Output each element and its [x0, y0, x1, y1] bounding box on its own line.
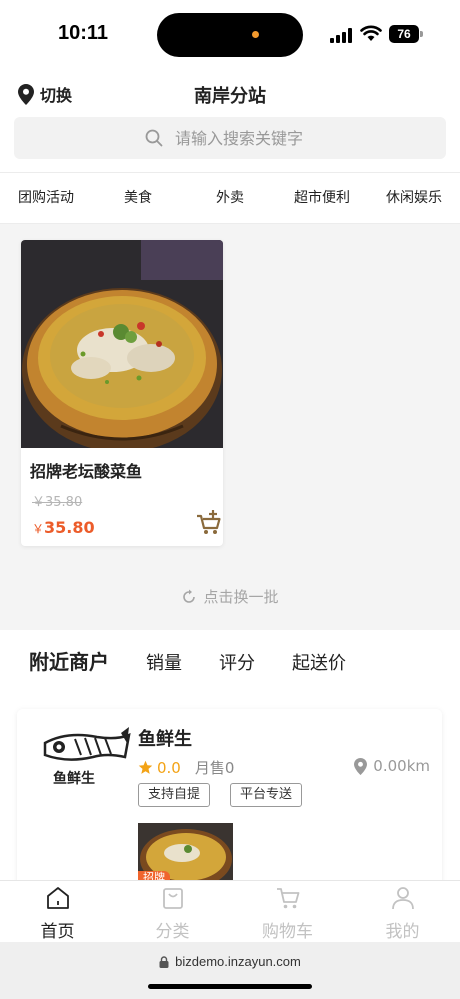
switch-location-button[interactable]: 切换: [18, 82, 72, 106]
category-group-buy[interactable]: 团购活动: [0, 173, 92, 223]
currency-symbol: ￥: [32, 522, 45, 536]
location-pin-icon: [18, 83, 34, 105]
tag-platform-delivery: 平台专送: [230, 783, 303, 807]
refresh-label: 点击换一批: [203, 588, 279, 606]
merchant-monthly-sales: 月售0: [194, 759, 235, 777]
tab-cart[interactable]: 购物车: [230, 881, 345, 942]
status-bar: 10:11 76: [0, 0, 460, 70]
product-image: [21, 240, 223, 448]
merchant-name: 鱼鲜生: [138, 729, 192, 750]
switch-label: 切换: [40, 86, 73, 105]
star-icon: [138, 760, 153, 774]
product-original-price: ￥35.80: [32, 495, 83, 510]
tab-nearby-merchants[interactable]: 附近商户: [29, 646, 109, 675]
category-food[interactable]: 美食: [92, 173, 184, 223]
category-bar: 团购活动 美食 外卖 超市便利 休闲娱乐: [0, 172, 460, 224]
merchant-meta: 0.0 月售0: [138, 757, 234, 778]
wifi-icon: [360, 25, 382, 41]
url-row: bizdemo.inzayun.com: [0, 954, 460, 969]
search-input[interactable]: [175, 128, 315, 148]
tab-category-label: 分类: [155, 922, 190, 942]
search-bar[interactable]: [14, 117, 446, 159]
tab-category[interactable]: 分类: [115, 881, 230, 942]
merchant-distance: 0.00km: [354, 757, 430, 775]
add-to-cart-icon[interactable]: [195, 508, 223, 536]
product-price-value: 35.80: [44, 518, 95, 537]
tab-sales[interactable]: 销量: [146, 649, 182, 675]
refresh-batch-button[interactable]: 点击换一批: [0, 586, 460, 607]
tab-profile[interactable]: 我的: [345, 881, 460, 942]
category-supermarket[interactable]: 超市便利: [276, 173, 368, 223]
cellular-signal-icon: [330, 28, 354, 43]
refresh-icon: [183, 589, 196, 603]
merchant-logo: 鱼鲜生: [43, 727, 131, 787]
camera-indicator-dot: [252, 31, 259, 38]
tab-min-order[interactable]: 起送价: [292, 649, 346, 675]
category-leisure[interactable]: 休闲娱乐: [368, 173, 460, 223]
tab-profile-label: 我的: [385, 922, 420, 942]
merchant-logo-text: 鱼鲜生: [53, 770, 95, 787]
tab-cart-label: 购物车: [262, 922, 313, 942]
bottom-tab-bar: 首页 分类 购物车 我的: [0, 880, 460, 942]
status-time: 10:11: [58, 22, 109, 44]
tag-self-pickup: 支持自提: [138, 783, 211, 807]
merchant-rating: 0.0: [157, 758, 181, 777]
cart-icon: [276, 888, 299, 909]
merchant-card[interactable]: 鱼鲜生 鱼鲜生 0.0 月售0 0.00km 支持自提 平台专送 招牌: [17, 709, 442, 909]
user-icon: [391, 887, 414, 910]
bag-icon: [162, 888, 183, 909]
url-text: bizdemo.inzayun.com: [175, 954, 301, 969]
merchant-distance-value: 0.00km: [373, 757, 430, 775]
product-name: 招牌老坛酸菜鱼: [30, 462, 143, 481]
header: 切换 南岸分站: [0, 70, 460, 175]
merchant-product-thumbnail[interactable]: 招牌: [138, 823, 233, 883]
battery-indicator: 76: [389, 25, 419, 43]
lock-icon: [159, 955, 169, 968]
sort-tabs: 附近商户 销量 评分 起送价: [29, 646, 383, 675]
search-icon: [145, 129, 163, 147]
browser-url-bar[interactable]: bizdemo.inzayun.com: [0, 942, 460, 999]
nearby-merchants-section: 附近商户 销量 评分 起送价 鱼鲜生 鱼鲜生 0.0 月售0 0.00km 支持…: [0, 630, 460, 909]
product-card[interactable]: 招牌老坛酸菜鱼 ￥35.80 ￥35.80: [21, 240, 223, 546]
category-takeout[interactable]: 外卖: [184, 173, 276, 223]
tab-home[interactable]: 首页: [0, 881, 115, 942]
home-indicator: [148, 984, 312, 989]
tab-home-label: 首页: [40, 922, 75, 942]
product-price: ￥35.80: [32, 518, 95, 537]
home-icon: [46, 887, 69, 909]
battery-tip: [420, 31, 423, 37]
tab-rating[interactable]: 评分: [219, 649, 255, 675]
dynamic-island: [157, 13, 303, 57]
location-pin-icon: [354, 757, 368, 775]
